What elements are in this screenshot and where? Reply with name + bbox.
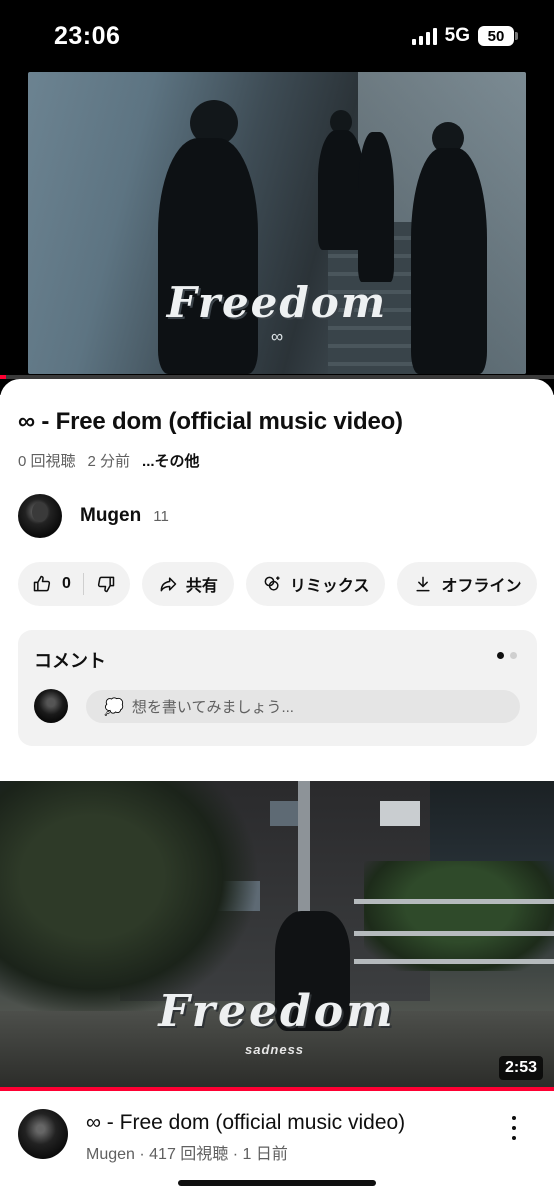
avatar: [34, 689, 68, 723]
remix-button[interactable]: リミックス: [245, 562, 386, 606]
remix-icon: [264, 576, 280, 591]
next-video-title[interactable]: ∞ - Free dom (official music video): [86, 1111, 405, 1135]
scene-rail: [354, 899, 554, 904]
video-logo: Freedom: [166, 278, 388, 327]
duration-badge: 2:53: [498, 1056, 543, 1080]
download-button[interactable]: オフライン: [397, 562, 538, 606]
comments-title: コメント: [34, 651, 106, 671]
like-divider: [82, 573, 84, 595]
view-count: 0 回視聴: [18, 453, 76, 470]
comments-panel[interactable]: コメント 💭 想を書いてみましょう...: [18, 630, 537, 746]
next-video-info[interactable]: ∞ - Free dom (official music video) Muge…: [0, 1105, 554, 1175]
video-logo-symbol: ∞: [270, 327, 284, 346]
home-indicator[interactable]: [178, 1180, 376, 1186]
avatar[interactable]: [18, 1109, 68, 1159]
thumbs-up-icon[interactable]: [32, 574, 52, 594]
network-type: 5G: [444, 25, 470, 46]
video-player[interactable]: Freedom ∞: [28, 72, 526, 374]
more-vert-icon[interactable]: [504, 1113, 524, 1143]
watched-progress-bar: [0, 1087, 554, 1091]
share-label: 共有: [185, 578, 218, 595]
status-time: 23:06: [54, 22, 121, 50]
scene-window: [380, 801, 420, 826]
next-video-thumbnail[interactable]: Freedom sadness 2:53: [0, 781, 554, 1087]
thumbnail-brand: sadness: [245, 1042, 305, 1057]
scene-figure: [358, 132, 394, 282]
remix-label: リミックス: [289, 578, 370, 595]
scene-tree: [0, 781, 260, 1021]
avatar[interactable]: [18, 494, 62, 538]
video-meta[interactable]: 0 回視聴 2 分前 ...その他: [18, 450, 200, 471]
battery-icon: 50: [478, 26, 518, 46]
signal-icon: [411, 27, 437, 45]
like-dislike-group: 0: [18, 562, 130, 606]
thumbnail-logo: Freedom: [158, 986, 396, 1037]
video-title: ∞ - Free dom (official music video): [18, 408, 403, 435]
share-button[interactable]: 共有: [141, 562, 234, 606]
share-icon: [160, 577, 177, 592]
next-video-subtitle: Mugen · 417 回視聴 · 1 日前: [86, 1146, 288, 1163]
subscriber-count: 11: [153, 507, 169, 525]
scene-hedge: [364, 861, 554, 971]
more-link[interactable]: ...その他: [142, 450, 200, 471]
channel-row[interactable]: Mugen 11: [18, 493, 169, 539]
scene-rail: [354, 959, 554, 964]
download-icon: [416, 576, 431, 592]
comment-placeholder: 想を書いてみましょう...: [131, 699, 294, 716]
comment-input[interactable]: 💭 想を書いてみましょう...: [86, 690, 520, 723]
scene-rail: [354, 931, 554, 936]
thought-bubble-icon: 💭: [104, 698, 124, 716]
action-bar: 0 共有 リミックス オフライン: [18, 562, 554, 608]
like-count: 0: [62, 575, 71, 592]
thumbs-down-icon[interactable]: [96, 574, 116, 594]
status-indicators: 5G 50: [411, 25, 518, 47]
upload-age: 2 分前: [87, 453, 131, 470]
playback-progress-fill: [0, 375, 6, 379]
carousel-dots: [497, 652, 517, 659]
download-label: オフライン: [441, 578, 522, 595]
status-bar: 23:06 5G 50: [0, 0, 554, 64]
channel-name[interactable]: Mugen: [80, 505, 141, 527]
